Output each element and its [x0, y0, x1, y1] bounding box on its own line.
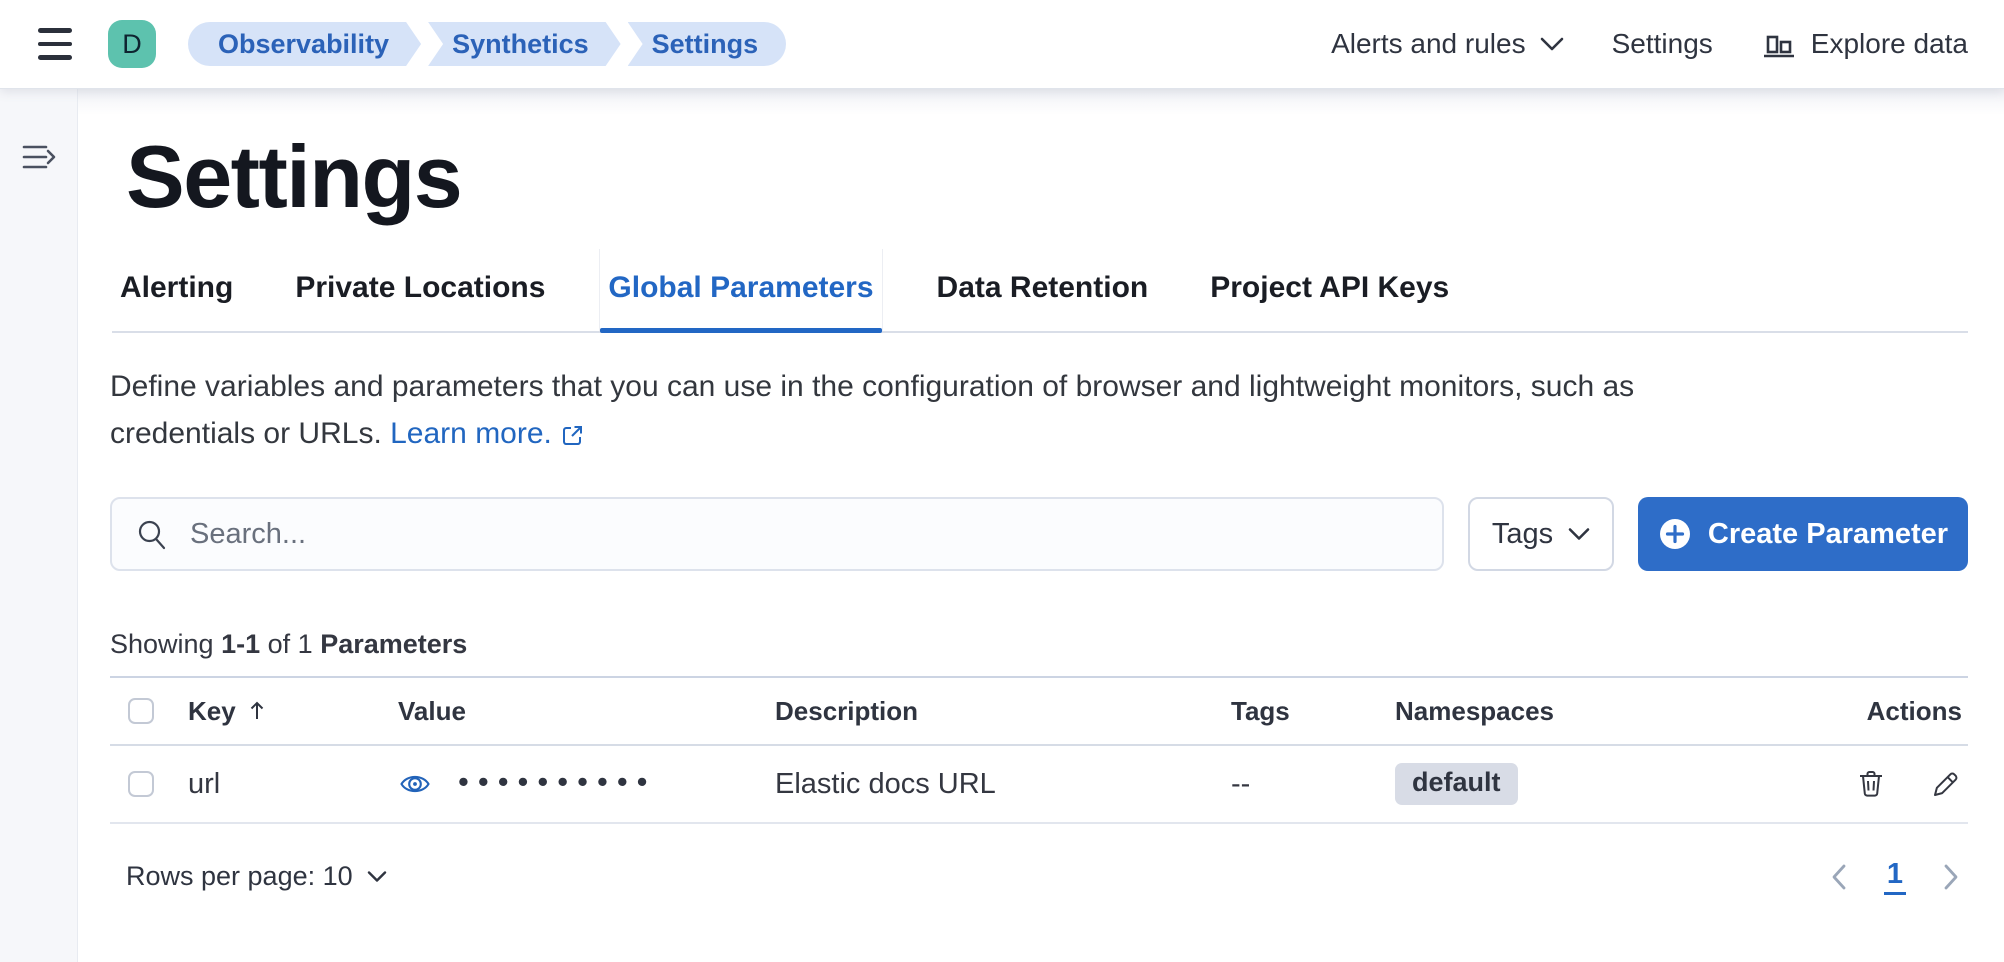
chevron-down-icon — [1568, 527, 1590, 541]
column-header-key[interactable]: Key — [166, 696, 376, 727]
settings-tabs: Alerting Private Locations Global Parame… — [112, 249, 1968, 333]
previous-page-chevron-icon[interactable] — [1830, 863, 1848, 891]
results-prefix: Showing — [110, 629, 214, 659]
table-header-row: Key Value Description Tags Namespaces Ac… — [110, 678, 1968, 746]
learn-more-link[interactable]: Learn more. — [390, 417, 552, 450]
masked-parameter-value: •••••••••• — [458, 764, 657, 800]
page-number-1[interactable]: 1 — [1884, 858, 1906, 895]
cell-description: Elastic docs URL — [751, 768, 1206, 801]
table-pagination: Rows per page: 10 1 — [110, 858, 1968, 895]
cell-namespaces: default — [1371, 763, 1626, 805]
cell-value: •••••••••• — [376, 766, 751, 802]
alerts-and-rules-menu[interactable]: Alerts and rules — [1331, 28, 1564, 60]
explore-data-label: Explore data — [1811, 28, 1968, 60]
parameter-description: Elastic docs URL — [775, 768, 996, 801]
cell-tags: -- — [1206, 768, 1371, 801]
tab-data-retention[interactable]: Data Retention — [929, 249, 1157, 331]
results-entity: Parameters — [320, 629, 467, 659]
header-actions: Alerts and rules Settings Explore data — [1331, 27, 2004, 61]
search-icon — [136, 518, 168, 550]
tab-private-locations[interactable]: Private Locations — [287, 249, 553, 331]
top-navigation-bar: D Observability Synthetics Settings Aler… — [0, 0, 2004, 89]
cell-actions — [1626, 767, 1968, 801]
select-all-checkbox[interactable] — [128, 698, 154, 724]
breadcrumb: Observability Synthetics Settings — [188, 22, 786, 66]
search-box — [110, 497, 1444, 571]
breadcrumb-settings[interactable]: Settings — [628, 22, 787, 66]
parameter-key: url — [188, 768, 220, 801]
settings-page: Settings Alerting Private Locations Glob… — [78, 89, 2004, 962]
actions-header-label: Actions — [1867, 696, 1962, 727]
chevron-down-icon — [367, 870, 387, 883]
explore-data-link[interactable]: Explore data — [1761, 27, 1968, 61]
tab-project-api-keys[interactable]: Project API Keys — [1202, 249, 1457, 331]
toolbar: Tags Create Parameter — [110, 497, 1968, 571]
namespaces-header-label: Namespaces — [1395, 696, 1554, 727]
create-parameter-button[interactable]: Create Parameter — [1638, 497, 1968, 571]
results-range: 1-1 — [221, 629, 260, 659]
column-header-value: Value — [376, 696, 751, 727]
rows-per-page-selector[interactable]: Rows per page: 10 — [126, 861, 387, 892]
menu-hamburger-icon[interactable] — [38, 28, 72, 60]
column-header-tags: Tags — [1206, 696, 1371, 727]
breadcrumb-observability[interactable]: Observability — [188, 22, 421, 66]
external-link-icon — [560, 423, 585, 448]
next-page-chevron-icon[interactable] — [1942, 863, 1960, 891]
tab-alerting[interactable]: Alerting — [112, 249, 241, 331]
table-row: url •••••••••• Elastic docs URL -- defau… — [110, 746, 1968, 824]
column-header-actions: Actions — [1626, 696, 1968, 727]
avatar[interactable]: D — [108, 20, 156, 68]
settings-nav-label: Settings — [1612, 28, 1713, 60]
description-line-1: Define variables and parameters that you… — [110, 370, 1634, 403]
cell-key: url — [166, 768, 376, 801]
parameter-tags: -- — [1231, 768, 1250, 801]
column-header-description: Description — [751, 696, 1206, 727]
tags-filter-label: Tags — [1492, 518, 1553, 551]
settings-nav-link[interactable]: Settings — [1612, 28, 1713, 60]
tab-description: Define variables and parameters that you… — [110, 363, 1968, 457]
description-line-2: credentials or URLs. — [110, 417, 382, 450]
tab-global-parameters[interactable]: Global Parameters — [599, 249, 882, 331]
rows-per-page-label: Rows per page: 10 — [126, 861, 353, 892]
page-controls: 1 — [1830, 858, 1960, 895]
column-header-namespaces: Namespaces — [1371, 696, 1626, 727]
delete-trash-icon[interactable] — [1855, 767, 1887, 801]
expand-sidebar-icon[interactable] — [20, 141, 58, 173]
results-count: Showing 1-1 of 1 Parameters — [110, 629, 1968, 660]
chevron-down-icon — [1540, 36, 1564, 52]
reveal-value-eye-icon[interactable] — [398, 767, 432, 801]
description-header-label: Description — [775, 696, 918, 727]
plus-in-circle-icon — [1658, 517, 1692, 551]
edit-pencil-icon[interactable] — [1929, 767, 1962, 801]
key-header-label: Key — [188, 696, 236, 727]
parameters-table: Key Value Description Tags Namespaces Ac… — [110, 676, 1968, 824]
bar-chart-icon — [1761, 27, 1797, 61]
create-parameter-label: Create Parameter — [1708, 518, 1948, 551]
sort-ascending-icon — [246, 699, 268, 723]
breadcrumb-synthetics[interactable]: Synthetics — [428, 22, 621, 66]
value-header-label: Value — [398, 696, 466, 727]
tags-filter-button[interactable]: Tags — [1468, 497, 1614, 571]
collapsed-sidebar — [0, 89, 78, 962]
search-input[interactable] — [188, 517, 1418, 552]
page-title: Settings — [126, 133, 1968, 221]
namespace-badge: default — [1395, 763, 1518, 805]
row-checkbox[interactable] — [128, 771, 154, 797]
results-of: of 1 — [268, 629, 313, 659]
alerts-and-rules-label: Alerts and rules — [1331, 28, 1526, 60]
tags-header-label: Tags — [1231, 696, 1290, 727]
